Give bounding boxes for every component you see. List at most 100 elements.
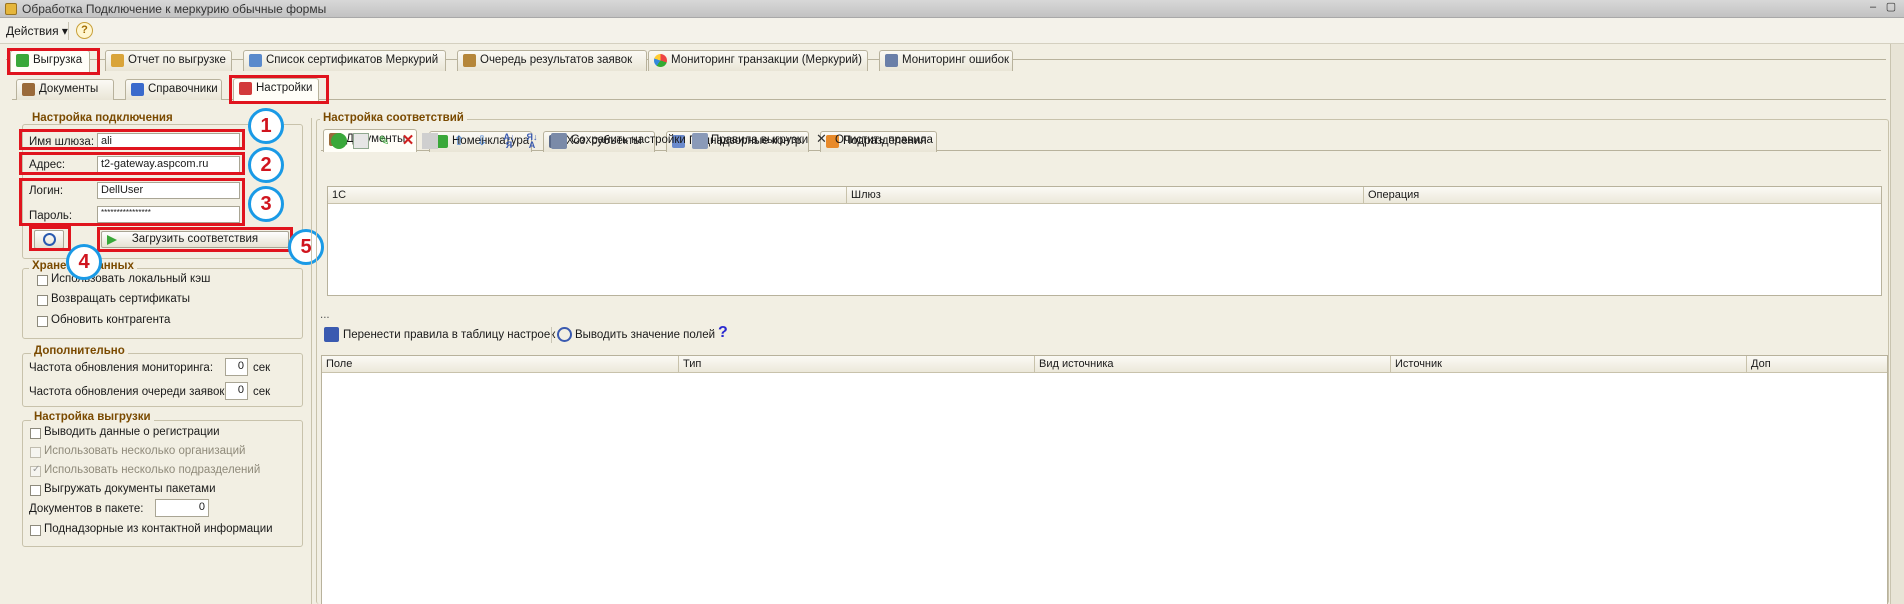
window-title: Обработка Подключение к меркурию обычные… [22, 2, 327, 16]
move-down-icon[interactable]: ⇩ [474, 133, 490, 149]
ellipsis-text: ... [320, 309, 330, 321]
docs-per-batch-input[interactable]: 0 [155, 499, 209, 517]
column-header-type[interactable]: Тип [678, 356, 1034, 373]
sort-asc-icon[interactable]: A↓ Я [501, 133, 517, 150]
tab-documents[interactable]: Документы [16, 79, 114, 100]
show-fields-button[interactable]: Выводить значение полей [575, 329, 715, 341]
fields-table[interactable]: Поле Тип Вид источника Источник Доп [321, 355, 1888, 604]
batch-export-label: Выгружать документы пакетами [44, 483, 216, 495]
clear-icon: ✕ [816, 131, 827, 146]
tab-request-queue-label: Очередь результатов заявок [480, 54, 633, 66]
tab-documents-label: Документы [39, 83, 99, 95]
sort-desc-icon[interactable]: Я↓ A [524, 133, 540, 150]
panel-divider [311, 118, 312, 604]
local-cache-checkbox[interactable] [37, 275, 48, 286]
tab-certificates-label: Список сертификатов Меркурий [266, 54, 439, 66]
fields-table-header: Поле Тип Вид источника Источник Доп [322, 356, 1887, 373]
annotation-4: 4 [66, 244, 102, 280]
supervised-contacts-checkbox[interactable] [30, 525, 41, 536]
connection-group-title: Настройка подключения [29, 112, 176, 124]
monitor-frequency-input[interactable]: 0 [225, 358, 248, 376]
column-header-extra[interactable]: Доп [1746, 356, 1887, 373]
column-header-gateway[interactable]: Шлюз [846, 187, 1363, 204]
menu-separator [68, 22, 69, 40]
registration-data-label: Выводить данные о регистрации [44, 426, 220, 438]
mapping-group-title: Настройка соответствий [320, 112, 467, 124]
column-header-source[interactable]: Источник [1390, 356, 1746, 373]
tab-certificates[interactable]: Список сертификатов Меркурий [243, 50, 446, 71]
highlight-credentials [19, 178, 245, 226]
highlight-address [19, 152, 245, 175]
menu-bar: Действия ▾ ? [0, 18, 1904, 44]
queue-frequency-input[interactable]: 0 [225, 382, 248, 400]
export-group-title: Настройка выгрузки [31, 411, 154, 423]
multiple-orgs-label: Использовать несколько организаций [44, 445, 246, 457]
references-icon [131, 83, 144, 96]
export-rules-icon [692, 133, 708, 149]
pie-chart-icon [654, 54, 667, 67]
column-header-1c[interactable]: 1С [328, 187, 846, 204]
highlight-export-tab [7, 48, 100, 75]
tab-transaction-monitoring-label: Мониторинг транзакции (Меркурий) [671, 54, 862, 66]
highlight-test-button [29, 226, 71, 251]
column-header-operation[interactable]: Операция [1363, 187, 1881, 204]
mark-icon[interactable] [422, 133, 438, 149]
documents-icon [22, 83, 35, 96]
export-rules-button[interactable]: Правила выгрузки [711, 134, 808, 146]
column-header-field[interactable]: Поле [322, 356, 678, 373]
report-icon [111, 54, 124, 67]
add-icon[interactable] [331, 133, 347, 149]
monitor-frequency-label: Частота обновления мониторинга: [29, 362, 214, 374]
update-counterparty-label: Обновить контрагента [51, 314, 171, 326]
restore-icon[interactable]: ▢ [1884, 2, 1898, 15]
annotation-3: 3 [248, 186, 284, 222]
move-up-icon[interactable]: ⇧ [451, 133, 467, 149]
actions-menu[interactable]: Действия ▾ [6, 24, 68, 38]
mapping-table-header: 1С Шлюз Операция [328, 187, 1881, 204]
minimize-icon[interactable]: – [1866, 2, 1880, 15]
column-header-source-type[interactable]: Вид источника [1034, 356, 1390, 373]
help-question-icon[interactable]: ? [718, 324, 728, 342]
batch-export-checkbox[interactable] [30, 485, 41, 496]
tab-error-monitoring[interactable]: Мониторинг ошибок [879, 50, 1013, 71]
update-counterparty-checkbox[interactable] [37, 316, 48, 327]
docs-per-batch-label: Документов в пакете: [29, 503, 144, 515]
window-title-bar: Обработка Подключение к меркурию обычные… [0, 0, 1904, 18]
queue-icon [463, 54, 476, 67]
registration-data-checkbox[interactable] [30, 428, 41, 439]
highlight-load-button [97, 227, 293, 252]
save-settings-button[interactable]: Сохранить настройки [571, 134, 686, 146]
copy-icon[interactable] [353, 133, 369, 149]
vertical-scrollbar[interactable] [1890, 44, 1904, 604]
save-settings-icon [551, 133, 567, 149]
multiple-divisions-checkbox [30, 464, 41, 477]
queue-frequency-unit: сек [253, 386, 271, 398]
queue-frequency-label: Частота обновления очереди заявок: [29, 386, 228, 398]
toolbar-separator [551, 327, 552, 343]
multiple-orgs-checkbox [30, 447, 41, 458]
return-certificates-checkbox[interactable] [37, 295, 48, 306]
monitor-frequency-unit: сек [253, 362, 271, 374]
tab-transaction-monitoring[interactable]: Мониторинг транзакции (Меркурий) [648, 50, 868, 71]
transfer-rules-button[interactable]: Перенести правила в таблицу настроек [343, 329, 555, 341]
annotation-1: 1 [248, 108, 284, 144]
tab-error-monitoring-label: Мониторинг ошибок [902, 54, 1010, 66]
tab-request-queue[interactable]: Очередь результатов заявок [457, 50, 647, 71]
return-certificates-label: Возвращать сертификаты [51, 293, 190, 305]
highlight-settings-tab [229, 75, 329, 104]
app-logo-icon [5, 3, 17, 15]
clear-rules-button[interactable]: Очистить правила [835, 134, 933, 146]
tab-references-label: Справочники [148, 83, 218, 95]
mapping-table[interactable]: 1С Шлюз Операция [327, 186, 1882, 296]
delete-icon[interactable]: ✕ [400, 133, 416, 149]
certificates-icon [249, 54, 262, 67]
help-icon[interactable]: ? [76, 22, 93, 39]
edit-icon[interactable]: ✎ [376, 133, 392, 149]
annotation-2: 2 [248, 147, 284, 183]
tab-references[interactable]: Справочники [125, 79, 222, 100]
monitor-icon [885, 54, 898, 67]
tab-export-report[interactable]: Отчет по выгрузке [105, 50, 232, 71]
search-icon [557, 327, 572, 342]
transfer-rules-icon [324, 327, 339, 342]
tab-export-report-label: Отчет по выгрузке [128, 54, 226, 66]
